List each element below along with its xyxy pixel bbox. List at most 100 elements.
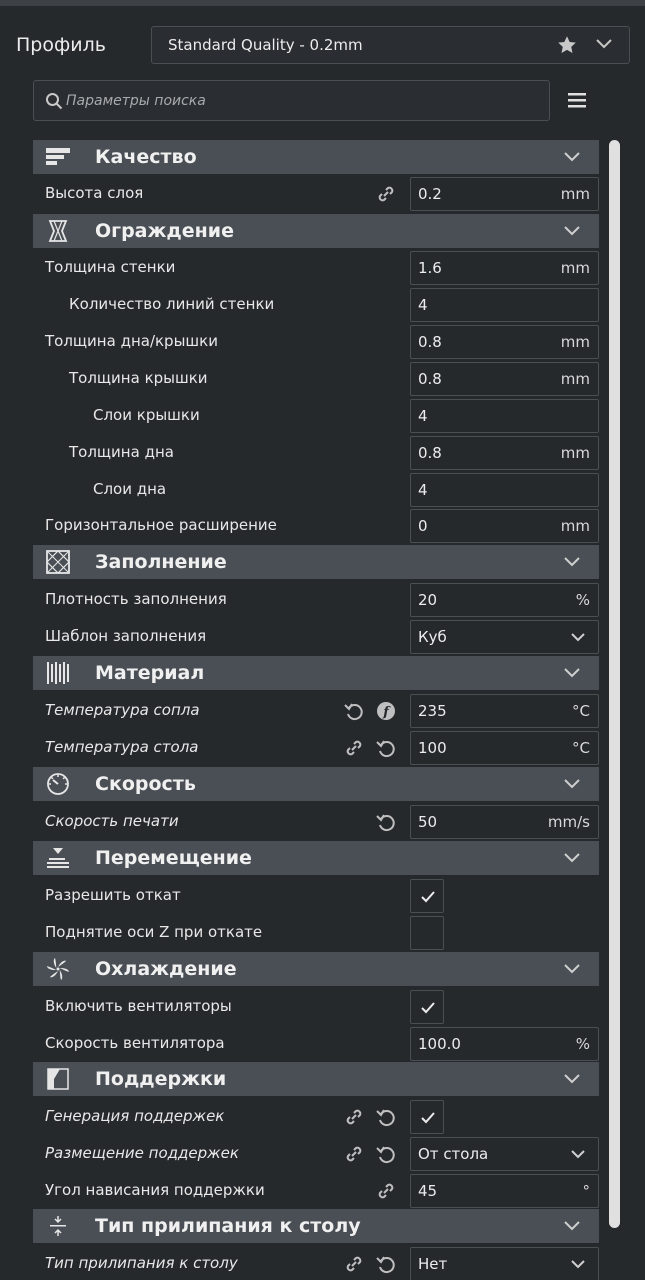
reset-icon[interactable]: [375, 1106, 397, 1128]
wall-line-count-input[interactable]: 4: [410, 288, 599, 322]
link-icon[interactable]: [343, 1106, 365, 1128]
category-support[interactable]: Поддержки: [33, 1062, 599, 1096]
infill-density-input[interactable]: 20 %: [410, 583, 599, 617]
enable-fans-checkbox[interactable]: [410, 990, 444, 1024]
chevron-down-icon: [571, 1260, 585, 1269]
speed-icon: [47, 773, 69, 795]
search-placeholder: Параметры поиска: [66, 93, 206, 109]
reset-icon[interactable]: [375, 1253, 397, 1275]
scrollbar[interactable]: [609, 140, 620, 1228]
setting-label: Количество линий стенки: [69, 295, 275, 313]
link-icon[interactable]: [343, 1143, 365, 1165]
chevron-down-icon: [564, 1221, 580, 1231]
category-title: Заполнение: [95, 551, 227, 573]
reset-icon[interactable]: [375, 737, 397, 759]
chevron-down-icon[interactable]: [595, 37, 613, 51]
setting-label: Высота слоя: [45, 184, 144, 202]
setting-bed-temp: Температура стола 100 °C: [33, 729, 599, 766]
support-angle-input[interactable]: 45 °: [410, 1174, 599, 1208]
link-icon[interactable]: [375, 183, 397, 205]
category-title: Ограждение: [95, 220, 234, 242]
field-value: 20: [418, 591, 438, 609]
setting-label: Скорость вентилятора: [45, 1034, 225, 1052]
checkmark-icon: [421, 1112, 435, 1124]
bottom-thickness-input[interactable]: 0.8 mm: [410, 436, 599, 470]
category-travel[interactable]: Перемещение: [33, 841, 599, 875]
enable-retraction-checkbox[interactable]: [410, 879, 444, 913]
link-icon[interactable]: [343, 1253, 365, 1275]
search-input[interactable]: Параметры поиска: [33, 80, 550, 121]
z-hop-checkbox[interactable]: [410, 916, 444, 950]
setting-label: Толщина дна/крышки: [45, 332, 218, 350]
chevron-down-icon: [564, 853, 580, 863]
field-value: 100: [418, 739, 447, 757]
star-icon[interactable]: [556, 34, 578, 56]
reset-icon[interactable]: [375, 1143, 397, 1165]
setting-label: Температура сопла: [45, 701, 200, 719]
bed-temp-input[interactable]: 100 °C: [410, 731, 599, 765]
field-value: От стола: [418, 1145, 489, 1163]
category-adhesion[interactable]: Тип прилипания к столу: [33, 1209, 599, 1243]
infill-pattern-dropdown[interactable]: Куб: [410, 620, 599, 654]
field-value: 4: [418, 481, 428, 499]
field-unit: mm: [560, 333, 590, 351]
chevron-down-icon: [564, 226, 580, 236]
field-unit: %: [575, 1035, 590, 1053]
setting-infill-pattern: Шаблон заполнения Куб: [33, 618, 599, 655]
category-material[interactable]: Материал: [33, 656, 599, 690]
reset-icon[interactable]: [343, 700, 365, 722]
generate-support-checkbox[interactable]: [410, 1100, 444, 1134]
setting-label: Скорость печати: [45, 812, 179, 830]
category-shell[interactable]: Ограждение: [33, 214, 599, 248]
setting-label: Толщина крышки: [69, 369, 208, 387]
quality-icon: [46, 148, 70, 165]
fan-speed-input[interactable]: 100.0 %: [410, 1027, 599, 1061]
setting-layer-height: Высота слоя 0.2 mm: [33, 175, 599, 212]
horizontal-expansion-input[interactable]: 0 mm: [410, 509, 599, 543]
top-bottom-thickness-input[interactable]: 0.8 mm: [410, 325, 599, 359]
support-icon: [47, 1068, 69, 1090]
field-value: 235: [418, 702, 447, 720]
setting-label: Угол нависания поддержки: [45, 1181, 265, 1199]
field-unit: mm: [560, 517, 590, 535]
profile-dropdown[interactable]: Standard Quality - 0.2mm: [151, 26, 630, 64]
setting-label: Температура стола: [45, 738, 199, 756]
settings-menu-icon[interactable]: [566, 89, 588, 111]
category-cooling[interactable]: Охлаждение: [33, 952, 599, 986]
wall-thickness-input[interactable]: 1.6 mm: [410, 251, 599, 285]
function-icon[interactable]: f: [375, 700, 397, 722]
setting-bottom-thickness: Толщина дна 0.8 mm: [33, 434, 599, 471]
bottom-layers-input[interactable]: 4: [410, 473, 599, 507]
infill-icon: [46, 550, 70, 574]
top-layers-input[interactable]: 4: [410, 399, 599, 433]
category-speed[interactable]: Скорость: [33, 767, 599, 801]
print-speed-input[interactable]: 50 mm/s: [410, 805, 599, 839]
top-thickness-input[interactable]: 0.8 mm: [410, 362, 599, 396]
link-icon[interactable]: [375, 1180, 397, 1202]
category-title: Качество: [95, 146, 197, 168]
field-unit: °C: [572, 739, 590, 757]
field-unit: %: [575, 591, 590, 609]
setting-label: Плотность заполнения: [45, 590, 227, 608]
setting-nozzle-temp: Температура сопла f 235 °C: [33, 692, 599, 729]
category-title: Скорость: [95, 773, 196, 795]
field-value: 0.2: [418, 185, 442, 203]
field-value: 0: [418, 517, 428, 535]
field-value: 45: [418, 1182, 438, 1200]
link-icon[interactable]: [343, 737, 365, 759]
category-quality[interactable]: Качество: [33, 140, 599, 174]
setting-print-speed: Скорость печати 50 mm/s: [33, 803, 599, 840]
field-value: 4: [418, 407, 428, 425]
checkmark-icon: [421, 1002, 435, 1014]
setting-support-angle: Угол нависания поддержки 45 °: [33, 1172, 599, 1209]
category-title: Перемещение: [95, 847, 252, 869]
category-infill[interactable]: Заполнение: [33, 545, 599, 579]
reset-icon[interactable]: [375, 811, 397, 833]
setting-z-hop: Поднятие оси Z при откате: [33, 914, 599, 951]
setting-label: Размещение поддержек: [45, 1144, 239, 1162]
nozzle-temp-input[interactable]: 235 °C: [410, 694, 599, 728]
category-title: Тип прилипания к столу: [95, 1215, 361, 1237]
support-placement-dropdown[interactable]: От стола: [410, 1137, 599, 1171]
adhesion-type-dropdown[interactable]: Нет: [410, 1247, 599, 1280]
layer-height-input[interactable]: 0.2 mm: [410, 177, 599, 211]
